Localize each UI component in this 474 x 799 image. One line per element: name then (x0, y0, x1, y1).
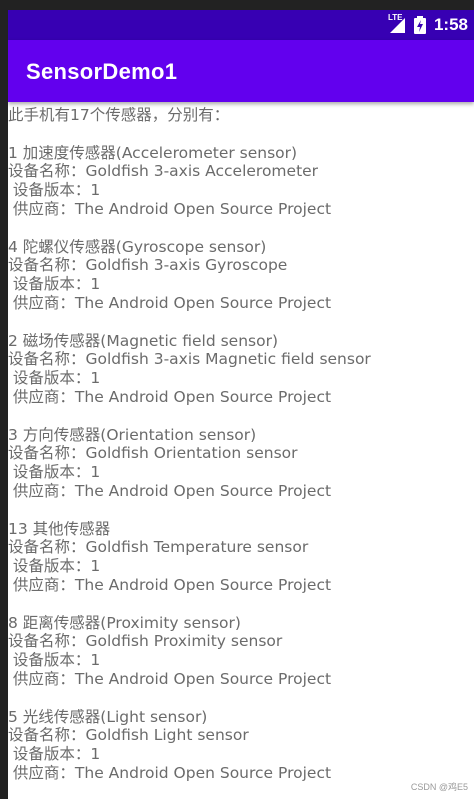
lte-signal-icon: LTE (387, 13, 406, 34)
sensor-entry: 8 距离传感器(Proximity sensor) 设备名称：Goldfish … (8, 614, 474, 689)
sensor-type-line: 3 方向传感器(Orientation sensor) (8, 425, 257, 444)
sensor-version-line: 设备版本：1 (8, 369, 101, 388)
sensor-name-line: 设备名称：Goldfish Temperature sensor (8, 538, 309, 557)
sensor-vendor-line: 供应商：The Android Open Source Project (8, 199, 332, 218)
sensor-version-line: 设备版本：1 (8, 557, 101, 576)
watermark: CSDN @鸡E5 (410, 782, 468, 792)
battery-charging-icon (413, 16, 426, 34)
sensor-entry: 13 其他传感器 设备名称：Goldfish Temperature senso… (8, 520, 474, 595)
status-bar: LTE 1:58 (8, 10, 474, 40)
sensor-entry: 1 加速度传感器(Accelerometer sensor) 设备名称：Gold… (8, 144, 474, 219)
sensor-name-line: 设备名称：Goldfish 3-axis Accelerometer (8, 162, 319, 181)
app-title: SensorDemo1 (26, 59, 178, 84)
sensor-vendor-line: 供应商：The Android Open Source Project (8, 669, 332, 688)
sensor-type-line: 8 距离传感器(Proximity sensor) (8, 613, 241, 632)
network-type-label: LTE (387, 13, 403, 22)
sensor-list-text: 此手机有17个传感器，分别有： 1 加速度传感器(Accelerometer s… (8, 106, 474, 783)
sensor-vendor-line: 供应商：The Android Open Source Project (8, 293, 332, 312)
sensor-name-line: 设备名称：Goldfish 3-axis Magnetic field sens… (8, 350, 371, 369)
sensor-name-line: 设备名称：Goldfish 3-axis Gyroscope (8, 256, 288, 275)
sensor-entry: 2 磁场传感器(Magnetic field sensor) 设备名称：Gold… (8, 332, 474, 407)
sensor-version-line: 设备版本：1 (8, 745, 101, 764)
sensor-version-line: 设备版本：1 (8, 181, 101, 200)
sensor-entry: 4 陀螺仪传感器(Gyroscope sensor) 设备名称：Goldfish… (8, 238, 474, 313)
clock: 1:58 (433, 15, 468, 34)
sensor-type-line: 13 其他传感器 (8, 519, 111, 538)
sensor-version-line: 设备版本：1 (8, 651, 101, 670)
sensor-type-line: 4 陀螺仪传感器(Gyroscope sensor) (8, 237, 267, 256)
sensor-vendor-line: 供应商：The Android Open Source Project (8, 481, 332, 500)
sensor-vendor-line: 供应商：The Android Open Source Project (8, 387, 332, 406)
sensor-version-line: 设备版本：1 (8, 463, 101, 482)
sensor-count-header: 此手机有17个传感器，分别有： (8, 106, 230, 124)
status-icons: LTE 1:58 (387, 13, 468, 36)
emulator-frame: LTE 1:58 SensorDemo1 此手机有17个传感器，分别有： 1 加… (0, 0, 474, 799)
sensor-vendor-line: 供应商：The Android Open Source Project (8, 763, 332, 782)
app-bar: SensorDemo1 (8, 40, 474, 102)
sensor-name-line: 设备名称：Goldfish Light sensor (8, 726, 249, 745)
sensor-name-line: 设备名称：Goldfish Orientation sensor (8, 444, 298, 463)
sensor-type-line: 1 加速度传感器(Accelerometer sensor) (8, 143, 298, 162)
sensor-entry: 5 光线传感器(Light sensor) 设备名称：Goldfish Ligh… (8, 708, 474, 783)
sensor-entry: 3 方向传感器(Orientation sensor) 设备名称：Goldfis… (8, 426, 474, 501)
phone-screen: LTE 1:58 SensorDemo1 此手机有17个传感器，分别有： 1 加… (8, 10, 474, 799)
sensor-type-line: 2 磁场传感器(Magnetic field sensor) (8, 331, 279, 350)
sensor-name-line: 设备名称：Goldfish Proximity sensor (8, 632, 283, 651)
sensor-vendor-line: 供应商：The Android Open Source Project (8, 575, 332, 594)
sensor-type-line: 5 光线传感器(Light sensor) (8, 707, 208, 726)
sensor-version-line: 设备版本：1 (8, 275, 101, 294)
